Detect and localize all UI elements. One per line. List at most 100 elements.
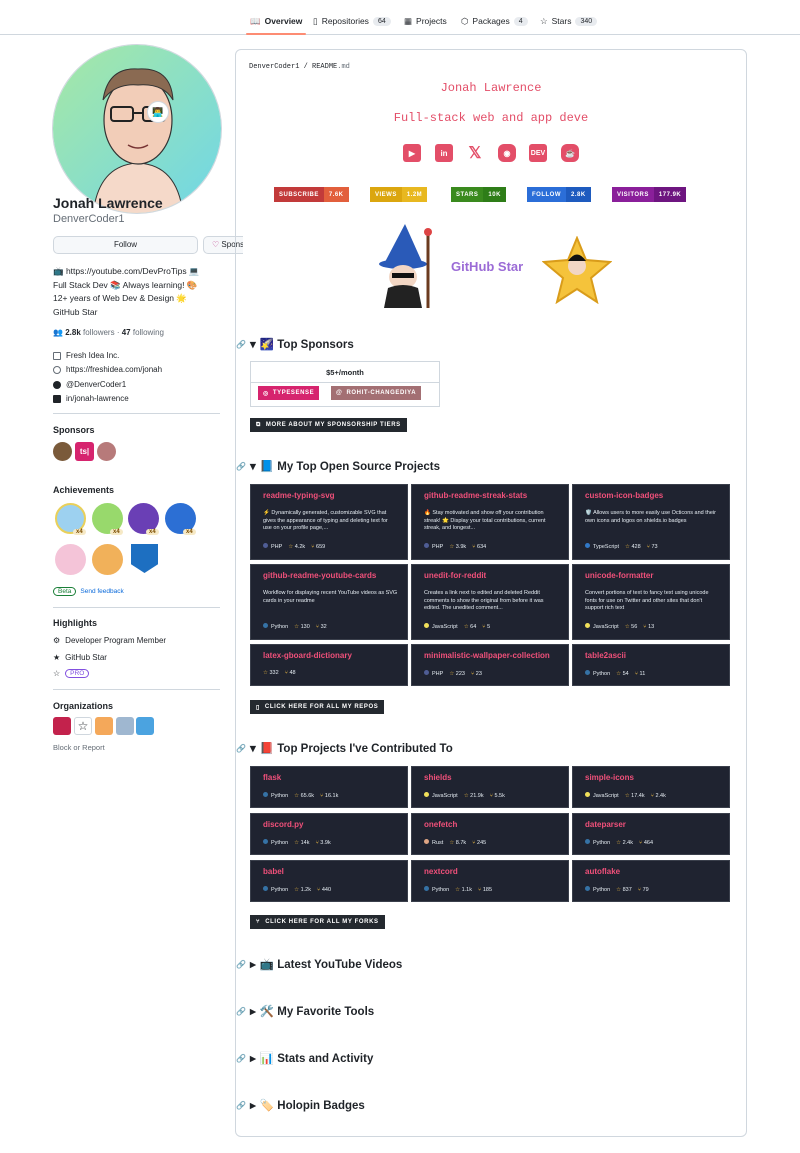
repo-name[interactable]: readme-typing-svg <box>263 491 335 500</box>
follow-counts: 👥 2.8k followers · 47 following <box>53 328 164 337</box>
views-badge[interactable]: VIEWS 1.2M <box>370 187 428 202</box>
section-heading-oss[interactable]: 🔗 ▾ 📘 My Top Open Source Projects <box>236 459 440 473</box>
repo-card[interactable]: table2ascii Python ☆ 54 ⑂ 11 <box>572 644 730 686</box>
link-icon[interactable]: 🔗 <box>236 340 246 349</box>
repo-name[interactable]: latex-gboard-dictionary <box>263 651 352 660</box>
repo-stars: ☆ 56 <box>625 624 638 630</box>
repo-card[interactable]: simple-icons JavaScript ☆ 17.4k ⑂ 2.4k <box>572 766 730 808</box>
org-avatar[interactable] <box>116 717 134 735</box>
repo-name[interactable]: github-readme-youtube-cards <box>263 571 376 580</box>
kofi-icon[interactable]: ☕ <box>561 144 579 162</box>
repo-card[interactable]: discord.py Python ☆ 14k ⑂ 3.9k <box>250 813 408 855</box>
section-heading-sponsors[interactable]: 🔗 ▾ 🌠 Top Sponsors <box>236 337 354 351</box>
block-report-link[interactable]: Block or Report <box>53 743 105 752</box>
followers-label[interactable]: followers <box>83 328 115 337</box>
repo-name[interactable]: unedit-for-reddit <box>424 571 486 580</box>
repo-card[interactable]: autoflake Python ☆ 837 ⑂ 79 <box>572 860 730 902</box>
section-heading-contrib[interactable]: 🔗 ▾ 📕 Top Projects I've Contributed To <box>236 741 453 755</box>
sponsor-rohit-badge[interactable]: @ ROHIT-CHANGEDIYA <box>331 386 422 400</box>
repo-name[interactable]: dateparser <box>585 820 626 829</box>
linkedin-icon[interactable]: in <box>435 144 453 162</box>
all-forks-button[interactable]: ⑂ CLICK HERE FOR ALL MY FORKS <box>250 915 385 929</box>
link-icon[interactable]: 🔗 <box>236 1054 246 1063</box>
discord-icon[interactable]: ◉ <box>498 144 516 162</box>
follow-badge[interactable]: FOLLOW 2.8K <box>527 187 591 202</box>
repo-card[interactable]: shields JavaScript ☆ 21.9k ⑂ 5.5k <box>411 766 569 808</box>
visitors-badge[interactable]: VISITORS 177.9K <box>612 187 687 202</box>
status-emoji[interactable]: 👨‍💻 <box>147 101 169 123</box>
twitter-link[interactable]: @DenverCoder1 <box>66 380 126 389</box>
repo-name[interactable]: custom-icon-badges <box>585 491 663 500</box>
tab-overview[interactable]: 📖 Overview <box>246 9 307 35</box>
section-heading-stats[interactable]: 🔗 ▸ 📊 Stats and Activity <box>236 1051 373 1065</box>
repo-card[interactable]: unedit-for-reddit Creates a link next to … <box>411 564 569 640</box>
repo-name[interactable]: shields <box>424 773 452 782</box>
repo-name[interactable]: babel <box>263 867 284 876</box>
link-icon[interactable]: 🔗 <box>236 960 246 969</box>
sponsor-typesense-badge[interactable]: ◎ TYPESENSE <box>258 386 320 400</box>
org-avatar[interactable] <box>136 717 154 735</box>
section-heading-holopin[interactable]: 🔗 ▸ 🏷️ Holopin Badges <box>236 1098 365 1112</box>
achievement-badge-icon[interactable] <box>92 544 123 575</box>
linkedin-link[interactable]: in/jonah-lawrence <box>66 394 129 403</box>
subscribe-badge[interactable]: SUBSCRIBE 7.6K <box>274 187 349 202</box>
breadcrumb-file[interactable]: README <box>312 63 337 71</box>
section-heading-youtube[interactable]: 🔗 ▸ 📺 Latest YouTube Videos <box>236 957 402 971</box>
link-icon[interactable]: 🔗 <box>236 1101 246 1110</box>
repo-card[interactable]: minimalistic-wallpaper-collection PHP ☆ 22… <box>411 644 569 686</box>
repo-card[interactable]: github-readme-streak-stats 🔥 Stay motivat… <box>411 484 569 560</box>
youtube-icon[interactable]: ▶ <box>403 144 421 162</box>
send-feedback-link[interactable]: Send feedback <box>80 588 123 595</box>
repo-card[interactable]: dateparser Python ☆ 2.4k ⑂ 464 <box>572 813 730 855</box>
repo-name[interactable]: simple-icons <box>585 773 634 782</box>
dev-icon[interactable]: DEV <box>529 144 547 162</box>
stars-badge[interactable]: STARS 10K <box>451 187 506 202</box>
tab-packages[interactable]: ⬡ Packages 4 <box>461 9 528 33</box>
all-repos-button[interactable]: ▯ CLICK HERE FOR ALL MY REPOS <box>250 700 385 714</box>
repo-card[interactable]: onefetch Rust ☆ 8.7k ⑂ 245 <box>411 813 569 855</box>
link-icon[interactable]: 🔗 <box>236 1007 246 1016</box>
repo-name[interactable]: minimalistic-wallpaper-collection <box>424 651 550 660</box>
link-icon[interactable]: 🔗 <box>236 744 246 753</box>
tab-projects[interactable]: ▦ Projects <box>404 9 447 33</box>
repo-name[interactable]: nextcord <box>424 867 458 876</box>
link-icon[interactable]: 🔗 <box>236 462 246 471</box>
repo-card[interactable]: github-readme-youtube-cards Workflow for … <box>250 564 408 640</box>
x-icon[interactable]: 𝕏 <box>466 144 484 162</box>
repo-name[interactable]: autoflake <box>585 867 620 876</box>
follow-button[interactable]: Follow <box>53 236 198 254</box>
achievement-badge-icon[interactable] <box>131 544 158 573</box>
repo-name[interactable]: github-readme-streak-stats <box>424 491 527 500</box>
repo-card[interactable]: babel Python ☆ 1.2k ⑂ 440 <box>250 860 408 902</box>
repo-name[interactable]: unicode-formatter <box>585 571 653 580</box>
repo-card[interactable]: latex-gboard-dictionary ☆ 332 ⑂ 48 <box>250 644 408 686</box>
sponsor-avatar[interactable] <box>97 442 116 461</box>
repo-card[interactable]: unicode-formatter Convert portions of tex… <box>572 564 730 640</box>
sponsor-avatar-typesense[interactable]: ts| <box>75 442 94 461</box>
repo-name[interactable]: table2ascii <box>585 651 626 660</box>
avatar[interactable] <box>52 44 222 214</box>
repo-name[interactable]: discord.py <box>263 820 303 829</box>
tab-stars[interactable]: ☆ Stars 340 <box>540 9 598 33</box>
repo-meta: PHP ☆ 4.2k ⑂ 659 <box>263 543 325 550</box>
star-count: 65.6k <box>300 792 315 799</box>
repo-card[interactable]: nextcord Python ☆ 1.1k ⑂ 185 <box>411 860 569 902</box>
following-label[interactable]: following <box>133 328 164 337</box>
repo-card[interactable]: readme-typing-svg ⚡ Dynamically generated… <box>250 484 408 560</box>
repo-name[interactable]: flask <box>263 773 281 782</box>
following-count[interactable]: 47 <box>122 328 131 337</box>
tab-repositories[interactable]: ▯ Repositories 64 <box>313 9 391 33</box>
section-heading-tools[interactable]: 🔗 ▸ 🛠️ My Favorite Tools <box>236 1004 374 1018</box>
achievement-badge-icon[interactable] <box>55 544 86 575</box>
sponsorship-tiers-button[interactable]: ⧉ MORE ABOUT MY SPONSORSHIP TIERS <box>250 418 407 432</box>
org-avatar[interactable] <box>53 717 71 735</box>
sponsor-avatar[interactable] <box>53 442 72 461</box>
org-avatar-star-icon[interactable]: ☆ <box>74 717 92 735</box>
breadcrumb-user[interactable]: DenverCoder1 <box>249 63 299 71</box>
followers-count[interactable]: 2.8k <box>65 328 81 337</box>
repo-card[interactable]: flask Python ☆ 65.6k ⑂ 16.1k <box>250 766 408 808</box>
website-link[interactable]: https://freshidea.com/jonah <box>66 365 162 374</box>
repo-name[interactable]: onefetch <box>424 820 457 829</box>
repo-card[interactable]: custom-icon-badges 🛡️ Allows users to mor… <box>572 484 730 560</box>
org-avatar[interactable] <box>95 717 113 735</box>
